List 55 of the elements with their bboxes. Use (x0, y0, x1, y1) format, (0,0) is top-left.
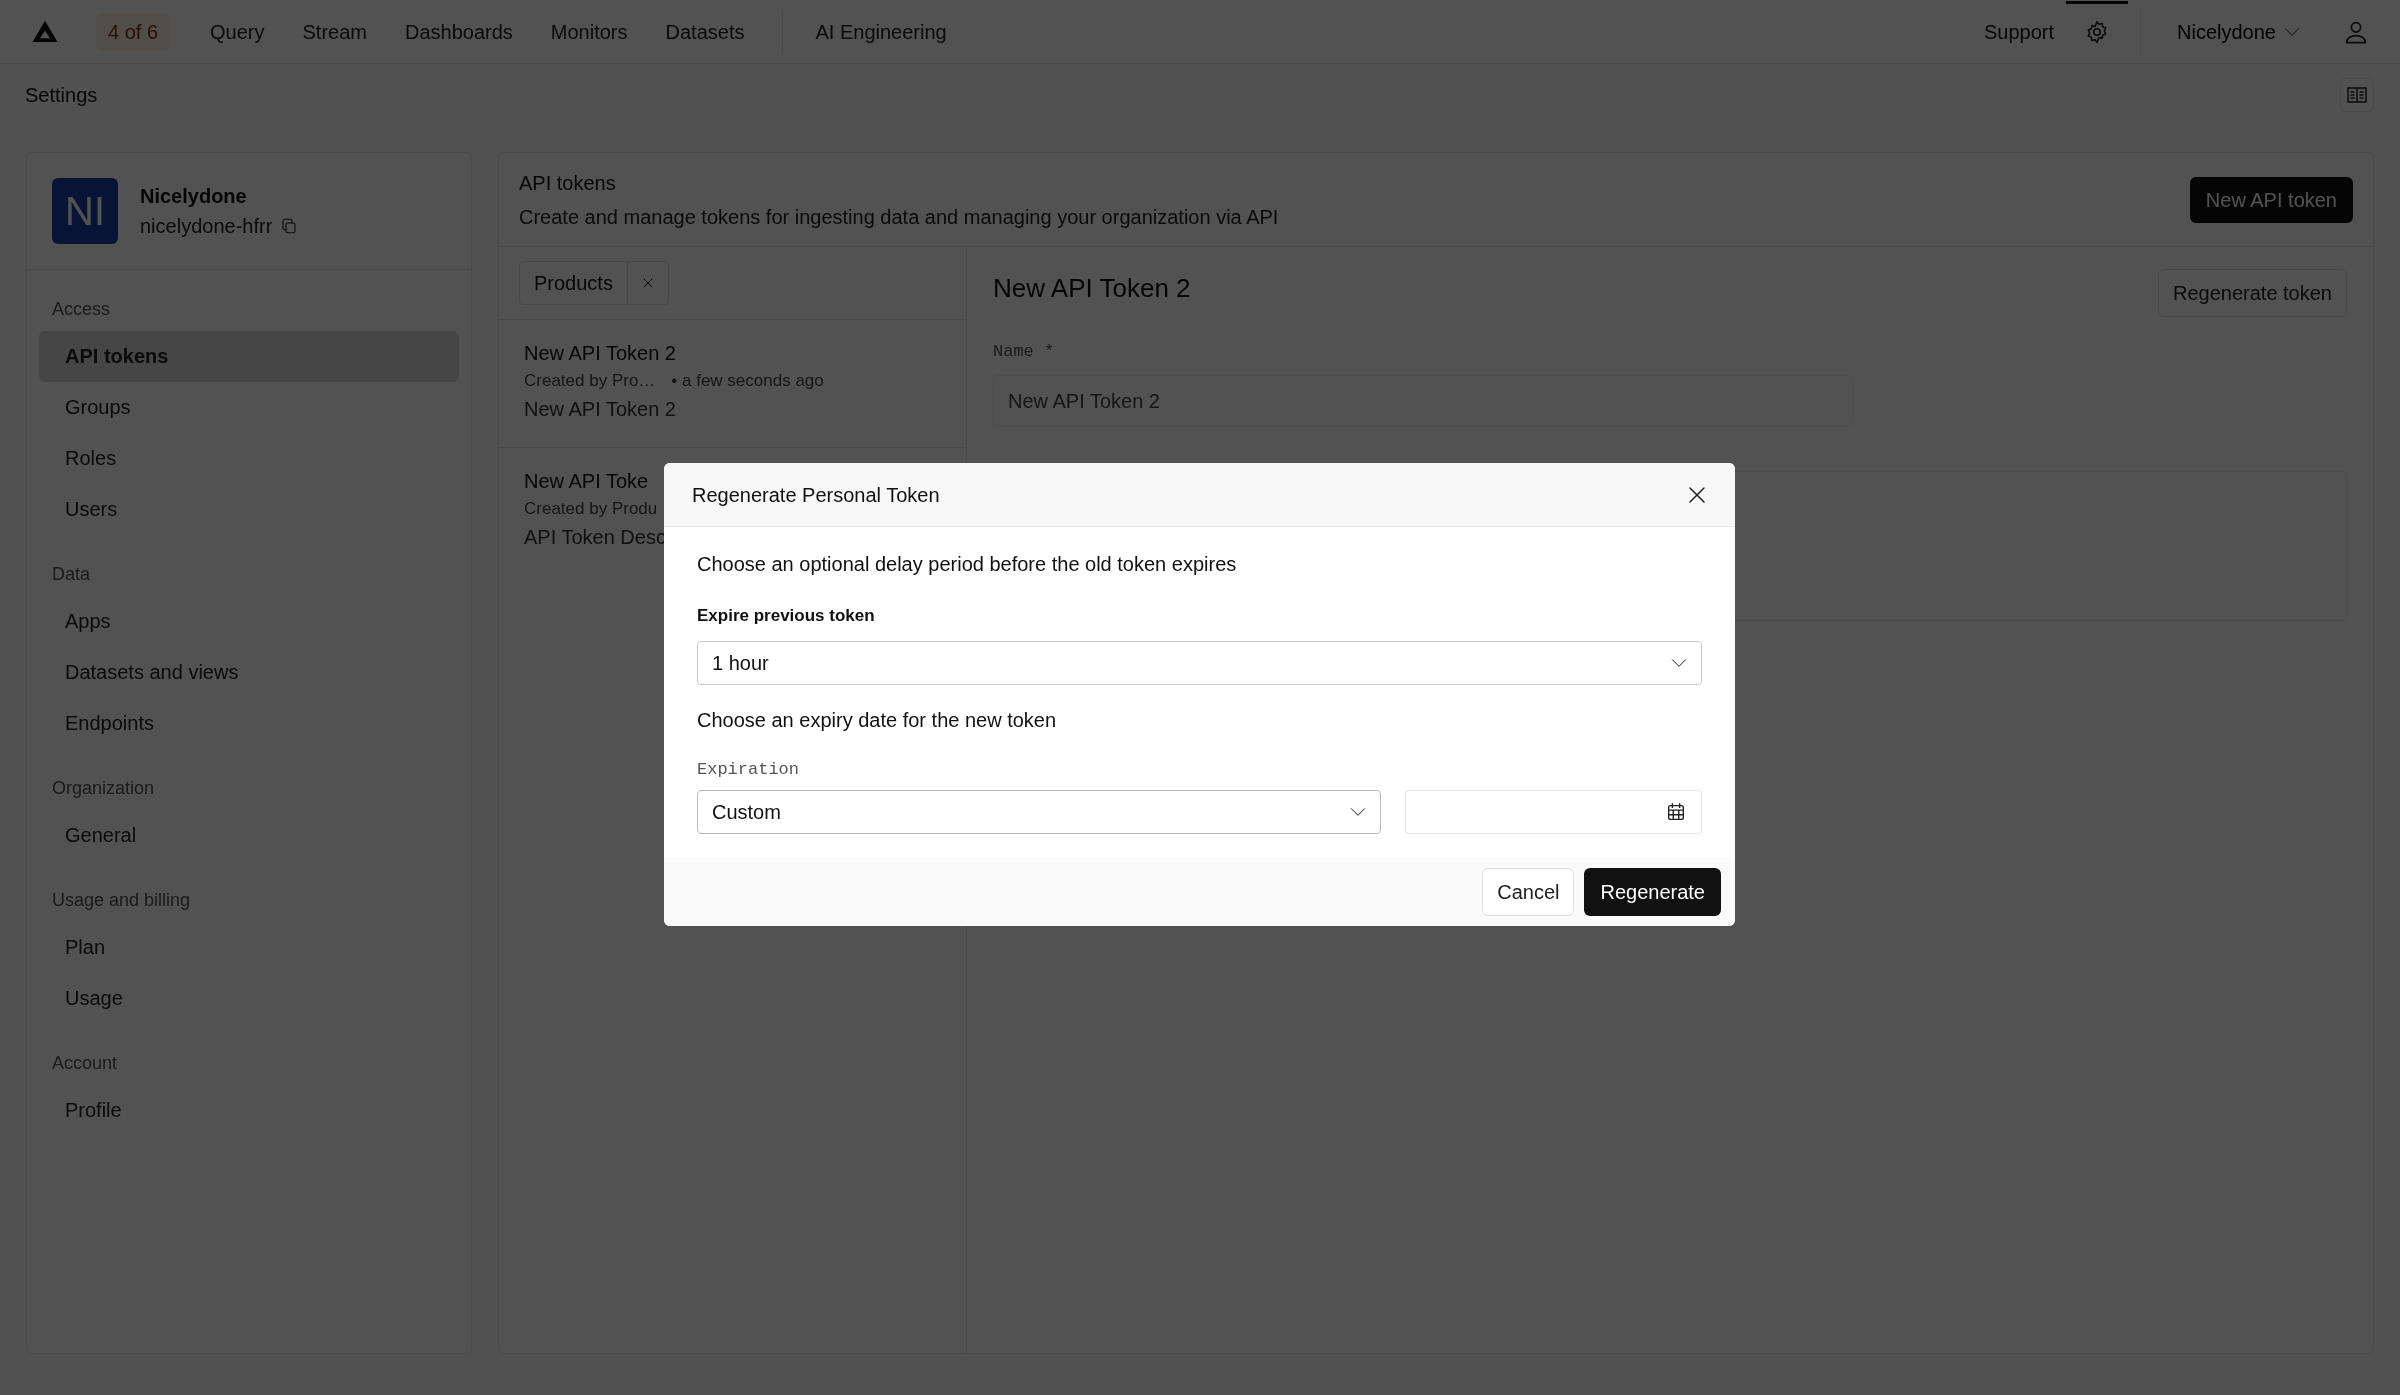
token-time: • a few seconds ago (671, 370, 824, 392)
sidebar-item[interactable]: Datasets and views (39, 647, 459, 698)
instruction-text: Choose an optional delay period before the old token expires (697, 552, 1238, 577)
modal-title: Regenerate Personal Token (692, 482, 940, 508)
expiration-select[interactable]: Custom (697, 790, 1381, 834)
counter-badge: 4 of 6 (96, 12, 171, 51)
org-slug: nicelydone-hfrr (140, 214, 273, 239)
token-creator: Created by Produ (524, 498, 658, 520)
token-creator: Created by Pro… (524, 370, 656, 392)
panel-title: API tokens (519, 170, 617, 196)
token-description: API Token Desc (524, 524, 666, 550)
nav-link[interactable]: Dashboards (405, 16, 513, 47)
chevron-down-icon (1350, 808, 1366, 816)
field-label: Expiration (697, 758, 801, 781)
sidebar-item[interactable]: General (39, 810, 459, 861)
panel-subtitle: Create and manage tokens for ingesting data and managing your organization via API (519, 204, 1279, 230)
org-name: Nicelydone (140, 184, 248, 209)
nav-link[interactable]: Datasets (665, 16, 745, 47)
sidebar-item[interactable]: Apps (39, 596, 459, 647)
token-description: New API Token 2 (524, 396, 676, 422)
sidebar-item[interactable]: Usage (39, 973, 459, 1024)
instruction-text: Choose an expiry date for the new token (697, 707, 1058, 733)
user-menu[interactable]: Nicelydone (2171, 15, 2306, 48)
detail-title: New API Token 2 (993, 272, 1191, 305)
date-field[interactable] (1405, 790, 1702, 834)
token-list-item[interactable]: New API Token 2 Created by Pro… • a few seconds ago New API Token 2 (499, 319, 966, 447)
filter-chip[interactable]: Products (519, 261, 669, 305)
nav-link[interactable]: Query (210, 16, 265, 47)
nav-link[interactable]: Stream (302, 16, 367, 47)
chevron-down-icon (1671, 658, 1687, 667)
sidebar-item[interactable]: Plan (39, 922, 459, 973)
sidebar-item[interactable]: Groups (39, 382, 459, 433)
copy-icon[interactable] (280, 217, 299, 235)
cancel-button[interactable]: Cancel (1482, 868, 1575, 916)
field-label: Expire previous token (697, 605, 876, 627)
org-avatar: NI (52, 178, 118, 244)
sidebar-item[interactable]: Profile (39, 1085, 459, 1136)
page-title: Settings (25, 83, 98, 108)
chevron-down-icon (2284, 27, 2300, 36)
sidebar-item[interactable]: Roles (39, 433, 459, 484)
regenerate-button[interactable]: Regenerate (1584, 868, 1721, 916)
token-name: New API Toke (524, 469, 649, 494)
layout-button[interactable] (2340, 77, 2374, 113)
new-token-button[interactable]: New API token (2189, 176, 2353, 223)
regenerate-token-button[interactable]: Regenerate token (2158, 269, 2347, 317)
nav-link[interactable]: AI Engineering (815, 16, 947, 47)
nav-link[interactable]: Monitors (550, 16, 628, 47)
sidebar-item[interactable]: Users (39, 484, 459, 535)
expire-select[interactable]: 1 hour (697, 640, 1702, 685)
sidebar-item[interactable]: API tokens (39, 331, 459, 382)
calendar-icon (1665, 801, 1687, 823)
token-name: New API Token 2 (524, 341, 676, 366)
name-field[interactable]: New API Token 2 (993, 374, 1853, 427)
sidebar-item[interactable]: Endpoints (39, 698, 459, 749)
support-link[interactable]: Support (1984, 16, 2055, 47)
